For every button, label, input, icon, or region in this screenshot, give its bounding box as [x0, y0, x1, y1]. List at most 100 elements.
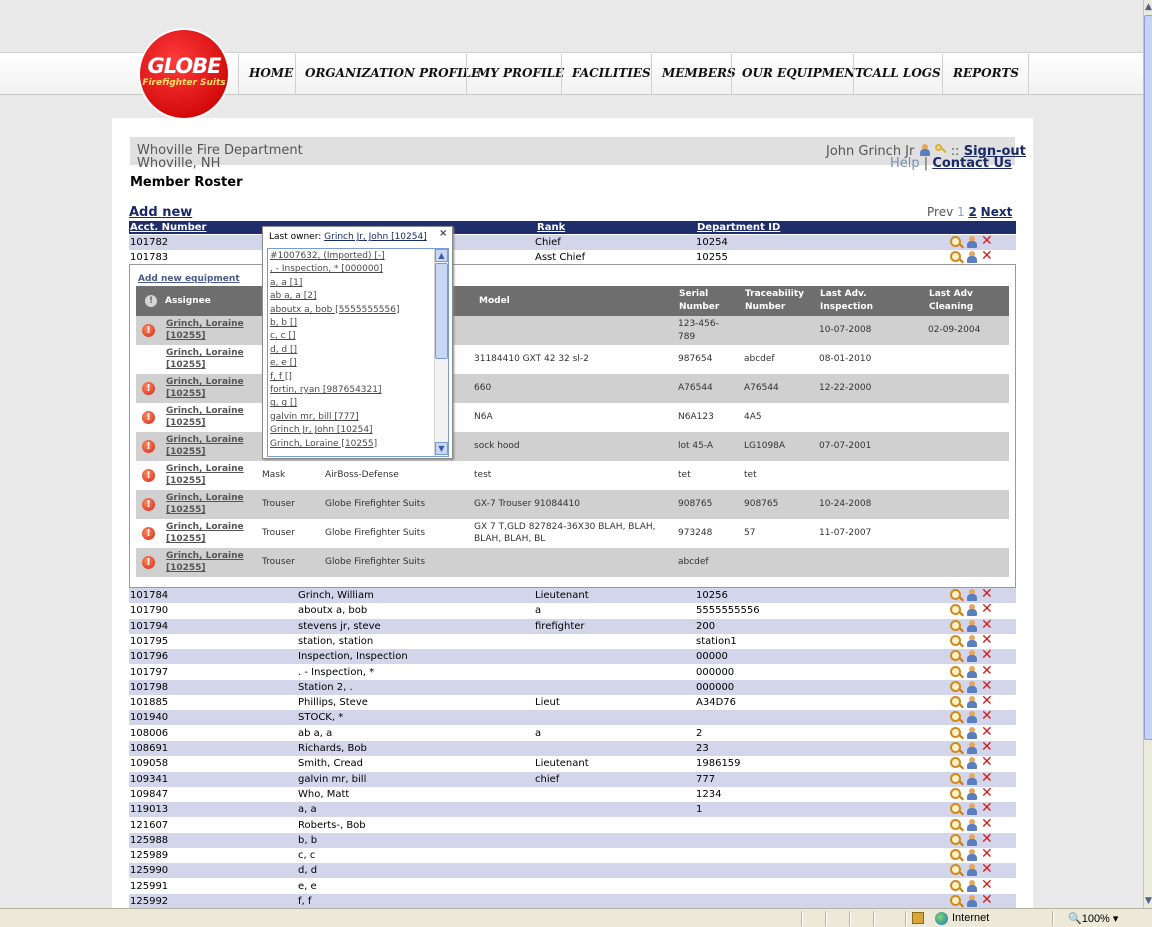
edit-member-icon[interactable]	[966, 711, 978, 724]
key-icon[interactable]	[934, 144, 947, 156]
column-department-id[interactable]: Department ID	[697, 221, 780, 234]
table-row[interactable]: 101885 Phillips, Steve Lieut A34D76 ✕	[129, 694, 1016, 710]
name-cell[interactable]: aboutx a, bob	[298, 605, 367, 616]
owner-option[interactable]: a, a [1]	[270, 277, 302, 289]
view-icon[interactable]	[950, 895, 961, 906]
view-icon[interactable]	[950, 864, 961, 876]
edit-member-icon[interactable]	[966, 895, 978, 907]
owner-option[interactable]: Grinch, Loraine [10255]	[270, 438, 377, 450]
assignee-link[interactable]: Grinch, Loraine [10255]	[166, 434, 244, 458]
edit-member-icon[interactable]	[966, 251, 978, 263]
assignee-link[interactable]: Grinch, Loraine [10255]	[166, 492, 244, 516]
table-row[interactable]: 109847 Who, Matt 1234 ✕	[129, 786, 1016, 802]
table-row[interactable]: 101784 Grinch, William Lieutenant 10256 …	[129, 587, 1016, 603]
name-cell[interactable]: Station 2, .	[298, 682, 353, 693]
view-icon[interactable]	[950, 726, 961, 738]
nav-call-logs[interactable]: CALL LOGS	[863, 66, 941, 82]
view-icon[interactable]	[950, 742, 961, 753]
edit-member-icon[interactable]	[966, 696, 978, 709]
add-new-link[interactable]: Add new	[129, 205, 192, 220]
edit-member-icon[interactable]	[966, 803, 978, 816]
table-row[interactable]: 125990 d, d ✕	[129, 862, 1016, 879]
view-icon[interactable]	[950, 711, 961, 723]
edit-member-icon[interactable]	[966, 665, 978, 678]
owner-option[interactable]: , - Inspection, * [000000]	[270, 263, 383, 275]
view-icon[interactable]	[950, 787, 961, 799]
nav-reports[interactable]: REPORTS	[953, 66, 1019, 82]
table-row[interactable]: 125988 b, b ✕	[129, 832, 1016, 848]
delete-icon[interactable]: ✕	[981, 771, 993, 785]
close-icon[interactable]: ×	[439, 228, 447, 239]
edit-member-icon[interactable]	[966, 634, 978, 647]
view-icon[interactable]	[950, 619, 961, 631]
delete-icon[interactable]: ✕	[981, 587, 993, 601]
edit-member-icon[interactable]	[966, 772, 978, 785]
assignee-link[interactable]: Grinch, Loraine [10255]	[166, 521, 244, 545]
name-cell[interactable]: Smith, Cread	[298, 758, 363, 769]
owner-option[interactable]: #1007632, (Imported) [-]	[270, 250, 385, 262]
delete-icon[interactable]: ✕	[981, 832, 993, 846]
delete-icon[interactable]: ✕	[981, 847, 993, 861]
delete-icon[interactable]: ✕	[981, 786, 993, 800]
delete-icon[interactable]: ✕	[981, 740, 993, 754]
popup-owner-link[interactable]: Grinch Jr, John [10254]	[324, 232, 427, 242]
table-row[interactable]: 109058 Smith, Cread Lieutenant 1986159 ✕	[129, 755, 1016, 771]
edit-member-icon[interactable]	[966, 604, 978, 617]
delete-icon[interactable]: ✕	[981, 893, 993, 907]
owner-option[interactable]: d, d []	[270, 344, 297, 356]
delete-icon[interactable]: ✕	[981, 862, 993, 876]
table-row[interactable]: 108691 Richards, Bob 23 ✕	[129, 740, 1016, 756]
name-cell[interactable]: Roberts-, Bob	[298, 820, 366, 831]
table-row[interactable]: 119013 a, a 1 ✕	[129, 801, 1016, 818]
equipment-row[interactable]: ! Grinch, Loraine [10255] Trouser Globe F…	[136, 548, 1009, 577]
delete-icon[interactable]: ✕	[981, 249, 993, 263]
scroll-up-icon[interactable]: ▲	[1144, 0, 1152, 14]
delete-icon[interactable]: ✕	[981, 725, 993, 739]
table-row[interactable]: 101794 stevens jr, steve firefighter 200…	[129, 618, 1016, 634]
pager-page-2[interactable]: 2	[968, 205, 976, 219]
name-cell[interactable]: c, c	[298, 850, 315, 861]
name-cell[interactable]: STOCK, *	[298, 712, 343, 723]
delete-icon[interactable]: ✕	[981, 878, 993, 892]
owner-option[interactable]: e, e []	[270, 357, 297, 369]
edit-member-icon[interactable]	[966, 833, 978, 846]
edit-member-icon[interactable]	[966, 726, 978, 739]
owner-option[interactable]: aboutx a, bob [5555555556]	[270, 304, 399, 316]
name-cell[interactable]: Who, Matt	[298, 789, 349, 800]
owner-option[interactable]: ab a, a [2]	[270, 290, 316, 302]
table-row[interactable]: 101797 . - Inspection, * 000000 ✕	[129, 664, 1016, 680]
scroll-thumb[interactable]	[435, 263, 448, 359]
name-cell[interactable]: stevens jr, steve	[298, 621, 381, 632]
owner-option[interactable]: galvin mr, bill [777]	[270, 411, 359, 423]
name-cell[interactable]: galvin mr, bill	[298, 774, 366, 785]
column-acct-number[interactable]: Acct. Number	[130, 221, 206, 234]
view-icon[interactable]	[950, 634, 961, 646]
table-row[interactable]: 125989 c, c ✕	[129, 847, 1016, 863]
name-cell[interactable]: d, d	[298, 865, 317, 876]
delete-icon[interactable]: ✕	[981, 801, 993, 815]
edit-member-icon[interactable]	[966, 787, 978, 800]
nav-members[interactable]: MEMBERS	[662, 66, 736, 82]
equipment-row[interactable]: ! Grinch, Loraine [10255] Trouser Globe F…	[136, 490, 1009, 519]
edit-member-icon[interactable]	[966, 742, 978, 754]
scroll-up-icon[interactable]: ▲	[435, 249, 448, 262]
view-icon[interactable]	[950, 589, 961, 600]
name-cell[interactable]: f, f	[298, 896, 311, 907]
assignee-link[interactable]: Grinch, Loraine [10255]	[166, 376, 244, 400]
edit-member-icon[interactable]	[966, 864, 978, 877]
view-icon[interactable]	[950, 757, 961, 769]
nav-organization-profile[interactable]: ORGANIZATION PROFILE	[305, 66, 480, 82]
view-icon[interactable]	[950, 680, 961, 692]
table-row[interactable]: 101795 station, station station1 ✕	[129, 633, 1016, 649]
view-icon[interactable]	[950, 650, 961, 662]
contact-us-link[interactable]: Contact Us	[932, 156, 1011, 171]
delete-icon[interactable]: ✕	[981, 694, 993, 708]
delete-icon[interactable]: ✕	[981, 618, 993, 632]
owner-listbox[interactable]: #1007632, (Imported) [-], - Inspection, …	[267, 248, 449, 457]
column-rank[interactable]: Rank	[537, 221, 565, 234]
scroll-down-icon[interactable]: ▼	[1144, 894, 1152, 908]
edit-member-icon[interactable]	[966, 589, 978, 601]
edit-member-icon[interactable]	[966, 818, 978, 831]
help-link[interactable]: Help	[890, 156, 920, 171]
name-cell[interactable]: station, station	[298, 636, 373, 647]
